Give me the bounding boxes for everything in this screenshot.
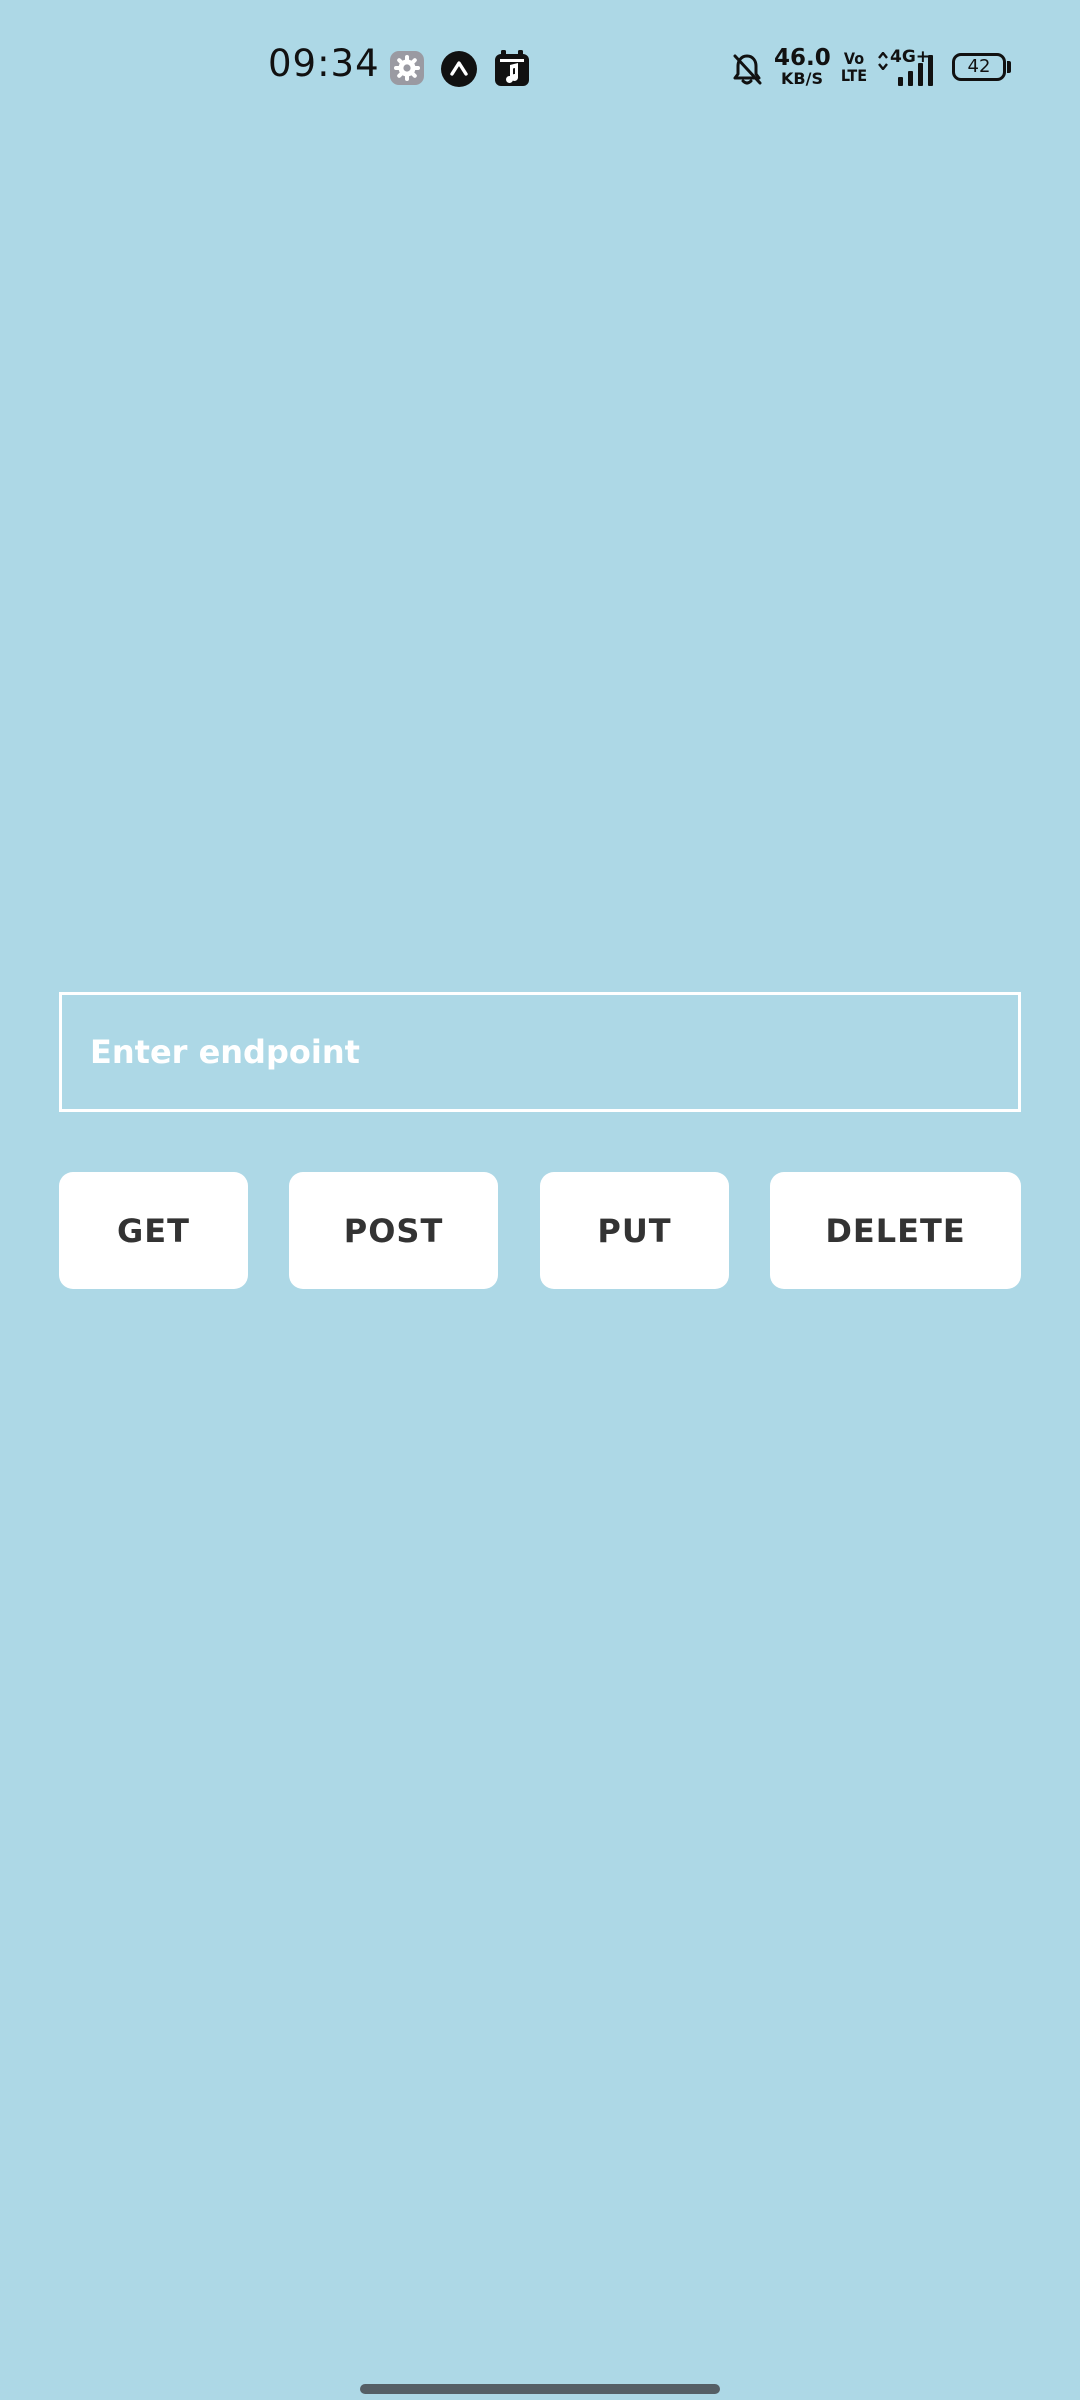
network-speed: 46.0 KB/S [774,45,831,88]
home-indicator[interactable] [360,2384,720,2394]
post-button[interactable]: POST [289,1172,498,1289]
network-speed-unit: KB/S [781,69,823,88]
battery-icon: 42 [952,53,1006,81]
bell-muted-icon [733,54,762,85]
settings-gear-icon [390,51,424,85]
data-activity-icon [878,52,888,70]
status-time: 09:34 [268,42,380,85]
put-button[interactable]: PUT [540,1172,729,1289]
get-button[interactable]: GET [59,1172,248,1289]
delete-button[interactable]: DELETE [770,1172,1021,1289]
battery-terminal [1007,61,1011,73]
signal-bars-icon [898,55,933,86]
endpoint-input[interactable] [59,992,1021,1112]
battery-level: 42 [967,56,991,77]
volte-bottom-label: LTE [840,66,868,85]
app-caret-icon [441,51,477,87]
status-bar: 09:34 46.0 KB/S Vo LTE 4G+ 42 [0,0,1080,140]
media-app-icon [495,50,529,86]
volte-top-label: Vo [843,49,865,68]
volte-indicator: Vo LTE [839,50,869,84]
network-speed-value: 46.0 [774,45,831,71]
